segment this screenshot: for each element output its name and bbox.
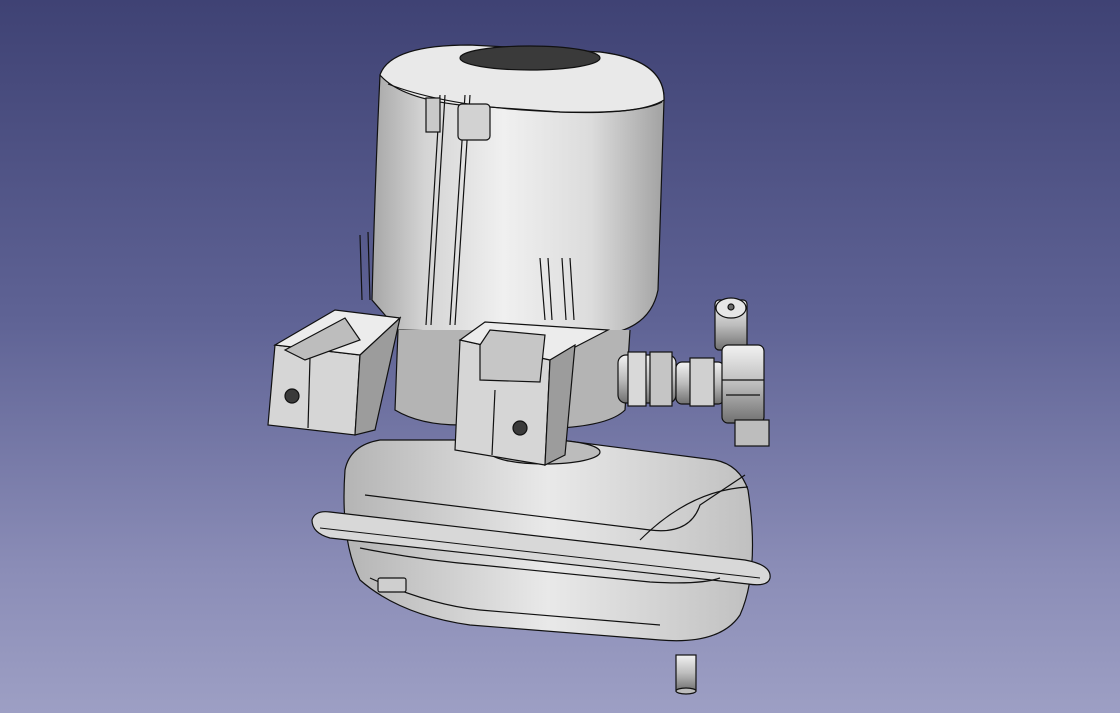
3d-viewport[interactable] [0,0,1120,713]
3d-model-view[interactable] [0,0,1120,713]
reservoir-tank[interactable] [311,439,771,642]
valve[interactable] [714,297,770,447]
pipe-fitting[interactable] [617,351,725,407]
